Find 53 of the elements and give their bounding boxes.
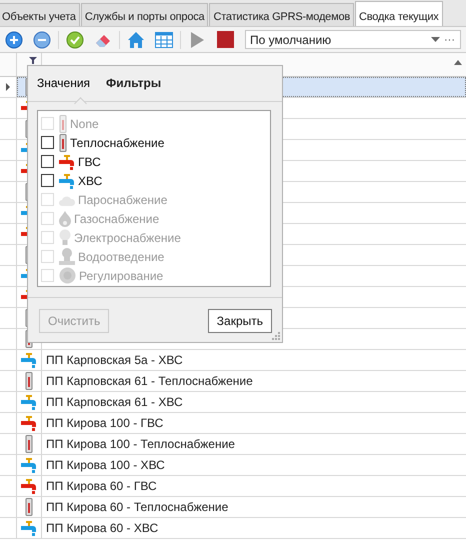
light-bulb-icon xyxy=(59,229,71,246)
tab[interactable]: Статистика GPRS-модемов xyxy=(209,3,354,26)
checkbox-label: Электроснабжение xyxy=(74,230,181,244)
ellipsis-button[interactable]: ··· xyxy=(444,34,455,46)
tap-icon xyxy=(21,394,37,410)
table-cell[interactable]: ПП Кирова 60 - Теплоснабжение xyxy=(42,497,466,517)
table-cell[interactable]: ПП Кирова 100 - ХВС xyxy=(42,455,466,475)
checkbox-label: None xyxy=(70,116,99,130)
resize-grip-icon[interactable] xyxy=(271,331,280,340)
play-button[interactable] xyxy=(188,30,206,48)
tap-icon xyxy=(21,457,37,473)
tab[interactable]: Значения xyxy=(37,74,90,92)
table-cell[interactable]: ПП Кирова 60 - ХВС xyxy=(42,518,466,538)
tap-icon xyxy=(21,478,37,494)
checkbox-label: ХВС xyxy=(78,174,102,188)
table-cell[interactable]: ПП Карповская 61 - Теплоснабжение xyxy=(42,371,466,391)
table-cell[interactable]: ПП Карповская 61 - ХВС xyxy=(42,392,466,412)
add-button[interactable] xyxy=(5,30,23,48)
tab[interactable]: Фильтры xyxy=(106,74,162,92)
stop-button[interactable] xyxy=(216,30,234,48)
row-indicator-icon xyxy=(6,83,10,91)
table-button[interactable] xyxy=(155,30,173,48)
cloud-icon xyxy=(59,194,75,206)
checkbox-label: ГВС xyxy=(78,154,101,168)
table-cell[interactable]: ПП Кирова 60 - ГВС xyxy=(42,476,466,496)
tap-icon xyxy=(59,154,75,170)
checkmark-button[interactable] xyxy=(66,30,84,48)
checkbox[interactable] xyxy=(41,174,54,187)
table-cell[interactable]: ПП Карповская 5а - ХВС xyxy=(42,350,466,370)
valve-icon xyxy=(59,267,76,284)
close-button[interactable]: Закрыть xyxy=(208,309,272,333)
table-cell[interactable]: ПП Кирова 100 - ГВС xyxy=(42,413,466,433)
checkbox-label: Водоотведение xyxy=(78,250,164,264)
checkbox[interactable] xyxy=(41,136,54,149)
tap-icon xyxy=(21,520,37,536)
remove-button[interactable] xyxy=(33,30,51,48)
caret-icon xyxy=(431,37,440,42)
checkbox-label: Пароснабжение xyxy=(78,192,168,206)
tap-icon xyxy=(21,415,37,431)
tab[interactable]: Объекты учета xyxy=(0,3,80,26)
flame-icon xyxy=(59,210,71,226)
tap-icon xyxy=(21,352,37,368)
checkbox-label: Газоснабжение xyxy=(74,212,160,226)
checkbox[interactable] xyxy=(41,155,54,168)
table-cell[interactable]: ПП Кирова 100 - Теплоснабжение xyxy=(42,434,466,454)
tab[interactable]: Сводка текущих xyxy=(355,1,443,26)
tap-icon xyxy=(59,172,75,188)
layout-dropdown[interactable]: По умолчанию ··· xyxy=(245,30,461,49)
checkbox-label: Теплоснабжение xyxy=(70,136,164,150)
tab[interactable]: Службы и порты опроса xyxy=(80,3,208,26)
home-button[interactable] xyxy=(127,30,145,48)
checkbox-label: Регулирование xyxy=(79,268,164,282)
drain-icon xyxy=(59,248,75,265)
